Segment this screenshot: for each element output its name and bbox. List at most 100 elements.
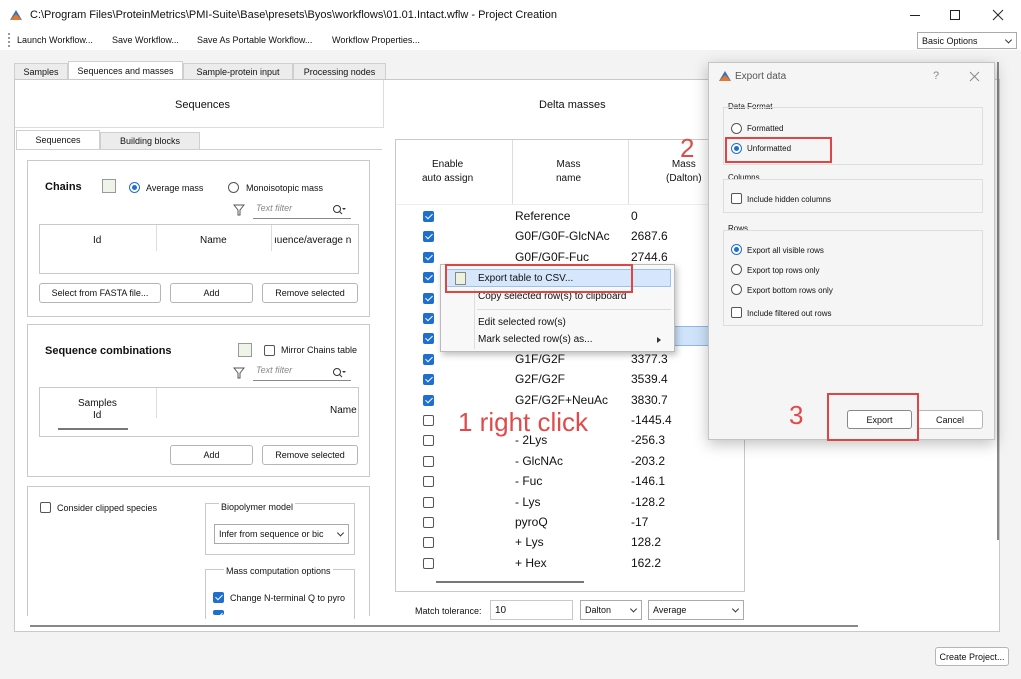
filtered-rows-checkbox[interactable] <box>731 307 742 318</box>
tab-building-blocks[interactable]: Building blocks <box>100 132 200 149</box>
chains-add-button[interactable]: Add <box>170 283 253 303</box>
average-mass-label: Average mass <box>146 183 204 193</box>
nterm-q-label: Change N-terminal Q to pyro <box>230 593 346 603</box>
match-tolerance-input[interactable]: 10 <box>490 600 573 620</box>
col-samples: Samples <box>78 398 117 409</box>
mass-value-cell: -203.2 <box>631 453 666 468</box>
option-checkbox[interactable] <box>213 610 224 615</box>
annotation-step1: 1 right click <box>458 407 589 437</box>
table-icon[interactable] <box>238 343 252 357</box>
bottom-rows-radio[interactable] <box>731 284 742 295</box>
enable-checkbox[interactable] <box>423 517 434 528</box>
enable-checkbox[interactable] <box>423 333 434 345</box>
mirror-chains-checkbox[interactable] <box>264 345 275 356</box>
save-portable-button[interactable]: Save As Portable Workflow... <box>197 35 312 45</box>
help-button[interactable]: ? <box>933 70 939 82</box>
combinations-remove-button[interactable]: Remove selected <box>262 445 358 465</box>
delta-masses-section: Delta masses <box>385 80 755 128</box>
biopolymer-dropdown[interactable]: Infer from sequence or bic <box>214 524 349 544</box>
export-dialog: Export data ? Data Format Formatted Unfo… <box>708 62 995 440</box>
close-window-button[interactable] <box>988 6 1008 24</box>
horizontal-scrollbar[interactable] <box>30 625 858 627</box>
mass-name-cell: pyroQ <box>515 515 548 529</box>
launch-workflow-button[interactable]: Launch Workflow... <box>17 35 93 45</box>
enable-checkbox[interactable] <box>423 272 434 284</box>
chains-group: Chains Average mass Monoisotopic mass Te… <box>27 160 370 317</box>
workflow-properties-button[interactable]: Workflow Properties... <box>332 35 420 45</box>
enable-checkbox[interactable] <box>423 557 434 569</box>
tab-sample-protein-input[interactable]: Sample-protein input <box>183 63 293 80</box>
dialog-title: Export data <box>735 71 787 82</box>
filtered-rows-label: Include filtered out rows <box>747 309 832 318</box>
combinations-add-button[interactable]: Add <box>170 445 253 465</box>
average-mass-radio[interactable] <box>129 182 140 193</box>
cancel-button[interactable]: Cancel <box>917 410 983 429</box>
mono-mass-radio[interactable] <box>228 182 239 193</box>
mass-value-cell: -17 <box>631 515 649 529</box>
options-dropdown[interactable]: Basic Options <box>917 32 1017 49</box>
mass-name-cell: - GlcNAc <box>515 453 563 468</box>
enable-checkbox[interactable] <box>423 231 434 243</box>
vertical-scrollbar[interactable] <box>997 62 999 540</box>
enable-checkbox[interactable] <box>423 455 434 467</box>
nterm-q-checkbox[interactable] <box>213 592 224 603</box>
hidden-columns-checkbox[interactable] <box>731 193 742 204</box>
col-enable-auto-assign: Enable auto assign <box>422 159 474 184</box>
enable-checkbox[interactable] <box>423 435 434 447</box>
enable-checkbox[interactable] <box>423 353 434 365</box>
top-rows-radio[interactable] <box>731 264 742 275</box>
enable-checkbox[interactable] <box>423 211 434 222</box>
clipped-species-checkbox[interactable] <box>40 502 51 513</box>
chains-remove-button[interactable]: Remove selected <box>262 283 358 303</box>
match-tolerance-label: Match tolerance: <box>415 606 482 616</box>
col-name: Name <box>330 405 357 416</box>
annotation-step2: 2 <box>680 133 695 163</box>
tab-sequences-and-masses[interactable]: Sequences and masses <box>68 61 183 80</box>
save-workflow-button[interactable]: Save Workflow... <box>112 35 179 45</box>
bottom-rows-label: Export bottom rows only <box>747 286 833 295</box>
app-logo-icon <box>10 10 22 20</box>
tab-samples[interactable]: Samples <box>14 63 68 80</box>
col-sequence: ıuence/average n <box>274 235 352 246</box>
select-fasta-button[interactable]: Select from FASTA file... <box>39 283 161 303</box>
enable-checkbox[interactable] <box>423 394 434 406</box>
combinations-table: Samples Id Name <box>39 387 359 437</box>
enable-checkbox[interactable] <box>423 374 434 386</box>
enable-checkbox[interactable] <box>423 496 434 508</box>
hidden-columns-label: Include hidden columns <box>747 195 832 204</box>
all-rows-radio[interactable] <box>731 244 742 255</box>
enable-checkbox[interactable] <box>423 313 434 324</box>
mass-value-cell: -128.2 <box>631 494 666 509</box>
mass-value-cell: 3830.7 <box>631 392 668 407</box>
mode-dropdown[interactable]: Average <box>648 600 744 620</box>
table-icon[interactable] <box>102 179 116 193</box>
tab-processing-nodes[interactable]: Processing nodes <box>293 63 386 80</box>
search-icon[interactable] <box>332 367 346 379</box>
horizontal-scrollbar[interactable] <box>436 581 584 583</box>
biopolymer-label: Biopolymer model <box>219 502 296 512</box>
tab-sequences[interactable]: Sequences <box>16 130 100 149</box>
mass-value-cell: 162.2 <box>631 555 662 570</box>
filter-icon <box>233 204 245 216</box>
toolbar: Launch Workflow... Save Workflow... Save… <box>0 30 1021 50</box>
maximize-button[interactable] <box>945 6 965 24</box>
enable-checkbox[interactable] <box>423 476 434 488</box>
options-group: Consider clipped species Biopolymer mode… <box>27 486 370 619</box>
enable-checkbox[interactable] <box>423 251 434 263</box>
close-icon[interactable] <box>969 71 980 82</box>
delta-masses-header: Delta masses <box>539 99 606 111</box>
enable-checkbox[interactable] <box>423 415 434 426</box>
menu-item-edit-rows[interactable]: Edit selected row(s) <box>478 317 566 328</box>
enable-checkbox[interactable] <box>423 292 434 304</box>
menu-item-mark-rows[interactable]: Mark selected row(s) as... <box>478 334 592 345</box>
minimize-button[interactable] <box>905 6 925 24</box>
formatted-radio[interactable] <box>731 123 742 134</box>
chains-title: Chains <box>45 181 82 193</box>
horizontal-scrollbar[interactable] <box>58 428 128 430</box>
create-project-button[interactable]: Create Project... <box>935 647 1009 666</box>
enable-checkbox[interactable] <box>423 537 434 549</box>
search-icon[interactable] <box>332 204 346 216</box>
submenu-arrow-icon <box>657 337 661 343</box>
unit-dropdown[interactable]: Dalton <box>580 600 642 620</box>
all-rows-label: Export all visible rows <box>747 246 824 255</box>
